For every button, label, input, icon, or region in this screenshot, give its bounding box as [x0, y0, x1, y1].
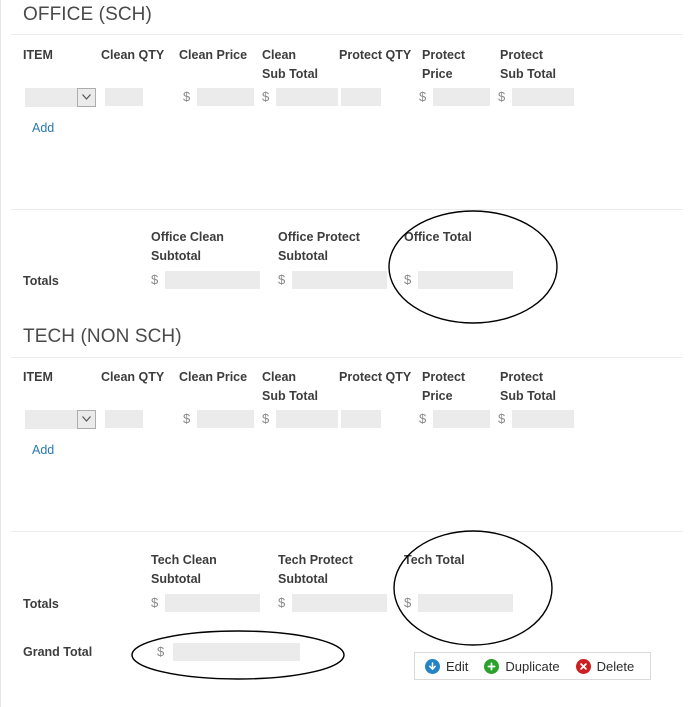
duplicate-button[interactable]: Duplicate [484, 658, 560, 674]
divider-office-header [11, 34, 683, 35]
totals-row-label-office: Totals [23, 274, 59, 288]
column-header-protect-price: Protect Price [422, 48, 466, 81]
column-header-clean-price-tech: Clean Price [179, 370, 248, 384]
currency-symbol-clean-price: $ [183, 89, 191, 104]
office-total-field[interactable] [418, 271, 513, 289]
office-total-ellipse-annotation [386, 208, 561, 326]
tech-total-field[interactable] [418, 594, 513, 612]
tech-total-ellipse-annotation [391, 529, 558, 649]
section-title-office: OFFICE (SCH) [23, 4, 152, 25]
column-header-protect-subtotal: Protect Sub Total [500, 48, 557, 81]
divider-tech-header [11, 357, 683, 358]
protect-subtotal-input-tech[interactable] [512, 410, 574, 428]
currency-symbol-clean-subtotal: $ [262, 89, 270, 104]
currency-symbol-protect-subtotal-tech: $ [498, 411, 506, 426]
clean-price-input-office[interactable] [197, 88, 254, 106]
column-header-clean-qty-tech: Clean QTY [101, 370, 165, 384]
add-row-link-tech[interactable]: Add [32, 443, 54, 457]
clean-subtotal-input-tech[interactable] [276, 410, 338, 428]
chevron-down-icon[interactable] [77, 410, 96, 429]
column-header-item-tech: ITEM [23, 370, 53, 384]
tech-clean-subtotal-field[interactable] [165, 594, 260, 612]
totals-row-label-tech: Totals [23, 597, 59, 611]
circle-arrow-down-icon [425, 658, 440, 674]
column-header-clean-qty: Clean QTY [101, 48, 165, 62]
circle-plus-icon [484, 658, 500, 674]
divider-tech-totals [11, 531, 683, 532]
currency-symbol-tech-protect-subtotal: $ [278, 595, 286, 610]
column-header-clean-subtotal-tech: Clean Sub Total [262, 370, 319, 403]
column-header-item: ITEM [23, 48, 53, 62]
currency-symbol-protect-subtotal: $ [498, 89, 506, 104]
quote-form-page: OFFICE (SCH) ITEM Clean QTY Clean Price … [0, 0, 694, 707]
section-title-tech: TECH (NON SCH) [23, 326, 182, 347]
totals-header-tech-total: Tech Total [404, 553, 465, 567]
column-header-protect-qty-tech: Protect QTY [339, 370, 412, 384]
divider-office-totals [11, 209, 683, 210]
delete-button-label: Delete [596, 658, 635, 674]
clean-qty-input-office[interactable] [105, 88, 143, 106]
currency-symbol-office-total: $ [404, 272, 412, 287]
duplicate-button-label: Duplicate [505, 658, 560, 674]
currency-symbol-tech-total: $ [404, 595, 412, 610]
edit-button-label: Edit [446, 658, 469, 674]
currency-symbol-office-protect-subtotal: $ [278, 272, 286, 287]
clean-subtotal-input-office[interactable] [276, 88, 338, 106]
currency-symbol-clean-price-tech: $ [183, 411, 191, 426]
currency-symbol-protect-price-tech: $ [419, 411, 427, 426]
office-clean-subtotal-field[interactable] [165, 271, 260, 289]
grand-total-label: Grand Total [23, 645, 93, 659]
column-header-clean-price: Clean Price [179, 48, 248, 62]
totals-header-tech-clean-subtotal: Tech Clean Subtotal [151, 553, 217, 586]
totals-header-office-clean-subtotal: Office Clean Subtotal [151, 230, 224, 263]
column-header-clean-subtotal: Clean Sub Total [262, 48, 319, 81]
column-header-protect-subtotal-tech: Protect Sub Total [500, 370, 557, 403]
currency-symbol-tech-clean-subtotal: $ [151, 595, 159, 610]
protect-price-input-office[interactable] [433, 88, 490, 106]
chevron-down-icon[interactable] [77, 88, 96, 107]
clean-price-input-tech[interactable] [197, 410, 254, 428]
office-protect-subtotal-field[interactable] [292, 271, 387, 289]
currency-symbol-office-clean-subtotal: $ [151, 272, 159, 287]
add-row-link-office[interactable]: Add [32, 121, 54, 135]
protect-qty-input-tech[interactable] [341, 410, 381, 428]
protect-price-input-tech[interactable] [433, 410, 490, 428]
tech-protect-subtotal-field[interactable] [292, 594, 387, 612]
totals-header-tech-protect-subtotal: Tech Protect Subtotal [278, 553, 353, 586]
grand-total-field[interactable] [173, 643, 300, 661]
protect-qty-input-office[interactable] [341, 88, 381, 106]
clean-qty-input-tech[interactable] [105, 410, 143, 428]
delete-button[interactable]: Delete [575, 658, 635, 674]
column-header-protect-price-tech: Protect Price [422, 370, 466, 403]
edit-button[interactable]: Edit [425, 658, 469, 674]
protect-subtotal-input-office[interactable] [512, 88, 574, 106]
column-header-protect-qty: Protect QTY [339, 48, 412, 62]
currency-symbol-grand-total: $ [157, 644, 165, 659]
currency-symbol-clean-subtotal-tech: $ [262, 411, 270, 426]
totals-header-office-protect-subtotal: Office Protect Subtotal [278, 230, 360, 263]
circle-x-icon [575, 658, 591, 674]
record-action-bar: Edit Duplicate Delete [414, 652, 651, 680]
currency-symbol-protect-price: $ [419, 89, 427, 104]
totals-header-office-total: Office Total [404, 230, 472, 244]
